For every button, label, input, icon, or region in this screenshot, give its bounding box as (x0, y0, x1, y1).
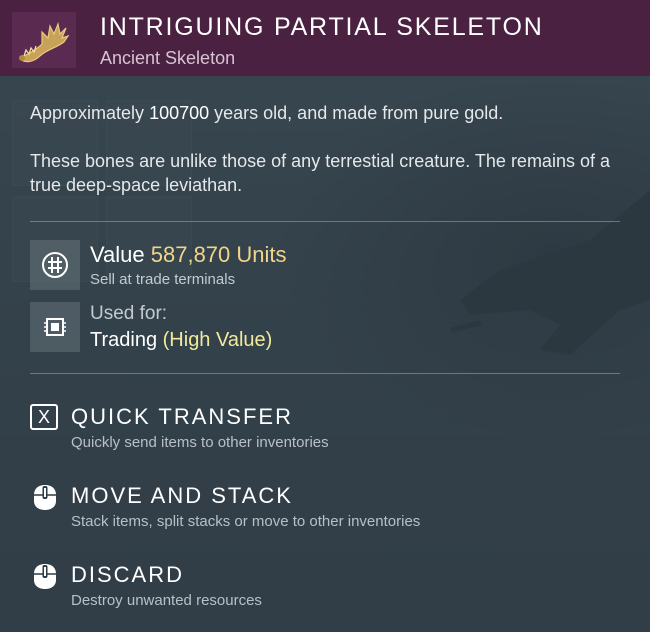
move-and-stack-subtitle: Stack items, split stacks or move to oth… (71, 513, 421, 530)
golden-skeleton-jaw-icon (12, 12, 76, 68)
quick-transfer-subtitle: Quickly send items to other inventories (71, 434, 329, 451)
sell-note: Sell at trade terminals (90, 271, 236, 288)
mouse-left-button-icon (30, 483, 60, 511)
used-for-label: Used for: (90, 303, 168, 324)
discard-subtitle: Destroy unwanted resources (71, 592, 262, 609)
description-text: Approximately (30, 103, 150, 123)
used-for-value: Trading (High Value) (90, 329, 272, 352)
age-value: 100700 (149, 103, 210, 123)
value-text: Value (90, 242, 151, 267)
trade-chip-icon (30, 302, 80, 352)
key-label: X (30, 404, 58, 430)
item-title: INTRIGUING PARTIAL SKELETON (100, 13, 544, 41)
mouse-button-icon (30, 562, 60, 590)
divider (30, 373, 620, 374)
usage-highlight: (High Value) (162, 329, 273, 351)
x-key-icon: X (30, 404, 60, 432)
usage-text: Trading (90, 329, 163, 351)
units-currency-icon (30, 240, 80, 290)
divider (30, 221, 620, 222)
item-subtitle: Ancient Skeleton (100, 48, 236, 68)
item-header: INTRIGUING PARTIAL SKELETON Ancient Skel… (0, 0, 650, 76)
item-description-age: Approximately 100700 years old, and made… (30, 101, 620, 125)
description-text: years old, and made from pure gold. (209, 103, 504, 123)
move-and-stack-title: MOVE AND STACK (71, 483, 293, 508)
discard-title: DISCARD (71, 562, 185, 587)
quick-transfer-title: QUICK TRANSFER (71, 404, 293, 429)
item-description-lore: These bones are unlike those of any terr… (30, 151, 610, 195)
item-detail-panel: INTRIGUING PARTIAL SKELETON Ancient Skel… (0, 0, 650, 632)
value-amount: 587,870 Units (150, 242, 287, 267)
value-label: Value 587,870 Units (90, 242, 287, 268)
